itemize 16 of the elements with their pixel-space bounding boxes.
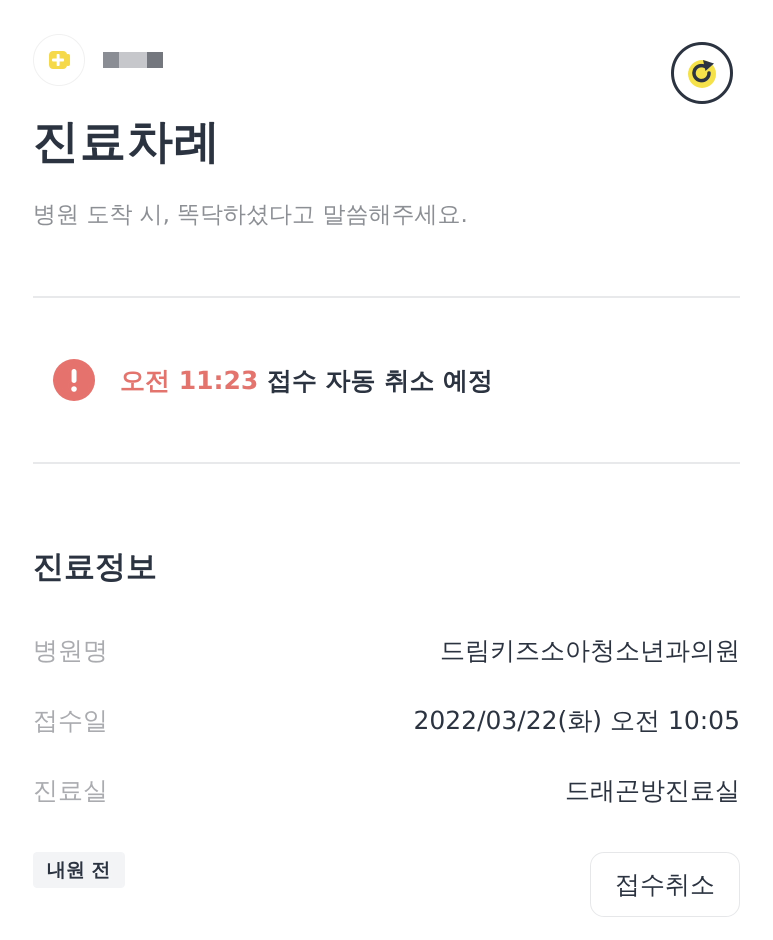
section-title: 진료정보 xyxy=(33,548,158,586)
page-title: 진료차례 xyxy=(33,113,222,170)
info-value: 드림키즈소아청소년과의원 xyxy=(440,634,740,666)
info-label: 병원명 xyxy=(33,634,108,666)
info-value: 드래곤방진료실 xyxy=(565,774,740,806)
info-value: 2022/03/22(화) 오전 10:05 xyxy=(413,704,740,736)
blurred-name-placeholder xyxy=(103,52,163,68)
warning-icon xyxy=(53,359,95,401)
refresh-icon xyxy=(688,58,718,88)
cancel-button[interactable]: 접수취소 xyxy=(590,852,740,917)
auto-cancel-notice: 오전 11:23 접수 자동 취소 예정 xyxy=(120,364,494,396)
info-label: 접수일 xyxy=(33,704,108,736)
app-logo-icon xyxy=(33,34,85,86)
status-badge: 내원 전 xyxy=(33,852,125,888)
info-label: 진료실 xyxy=(33,774,108,806)
page-subtitle: 병원 도착 시, 똑닥하셨다고 말씀해주세요. xyxy=(33,201,469,230)
